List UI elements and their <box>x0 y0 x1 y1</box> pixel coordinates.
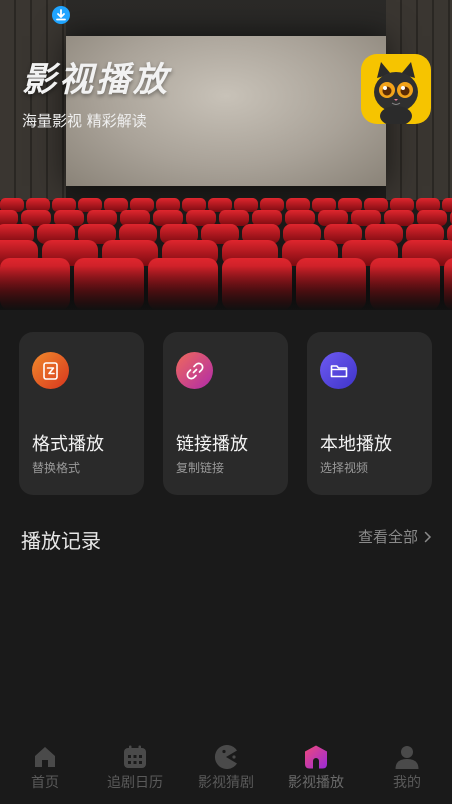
tab-calendar[interactable]: 追剧日历 <box>90 738 180 804</box>
page-subtitle: 海量影视 精彩解读 <box>22 112 147 130</box>
tab-profile[interactable]: 我的 <box>362 738 452 804</box>
calendar-icon <box>124 745 146 768</box>
link-play-card[interactable]: 链接播放 复制链接 <box>163 332 288 495</box>
card-subtitle: 替换格式 <box>32 461 81 475</box>
hero-banner: 影视播放 海量影视 精彩解读 <box>0 0 452 310</box>
tab-label: 首页 <box>31 775 59 791</box>
chevron-right-icon <box>424 531 432 542</box>
bottom-tab-bar: 首页 追剧日历 影视猜剧 影视播放 我的 <box>0 738 452 804</box>
cinema-seats <box>0 198 452 310</box>
card-title: 链接播放 <box>176 434 248 455</box>
app-logo-cat <box>361 54 431 124</box>
tab-label: 影视猜剧 <box>198 775 254 791</box>
card-subtitle: 复制链接 <box>176 461 225 475</box>
link-icon <box>176 352 213 389</box>
format-play-card[interactable]: 格式播放 替换格式 <box>19 332 144 495</box>
tab-label: 影视播放 <box>288 775 344 791</box>
play-house-icon <box>305 745 327 769</box>
local-play-card[interactable]: 本地播放 选择视频 <box>307 332 432 495</box>
view-all-link[interactable]: 查看全部 <box>358 526 432 547</box>
card-subtitle: 选择视频 <box>320 461 369 475</box>
tab-play[interactable]: 影视播放 <box>271 738 361 804</box>
user-icon <box>395 746 419 769</box>
folder-icon <box>320 352 357 389</box>
play-records-title: 播放记录 <box>21 529 101 553</box>
tab-label: 我的 <box>393 775 421 791</box>
tab-home[interactable]: 首页 <box>0 738 90 804</box>
tab-label: 追剧日历 <box>107 775 163 791</box>
format-icon <box>32 352 69 389</box>
card-title: 格式播放 <box>32 434 104 455</box>
view-all-label: 查看全部 <box>357 528 418 546</box>
card-title: 本地播放 <box>320 434 392 455</box>
download-icon[interactable] <box>52 6 70 24</box>
tab-guess[interactable]: 影视猜剧 <box>181 738 271 804</box>
page-title: 影视播放 <box>22 60 170 100</box>
pacman-icon <box>214 745 237 769</box>
home-icon <box>35 747 55 767</box>
play-records-list <box>0 560 452 730</box>
